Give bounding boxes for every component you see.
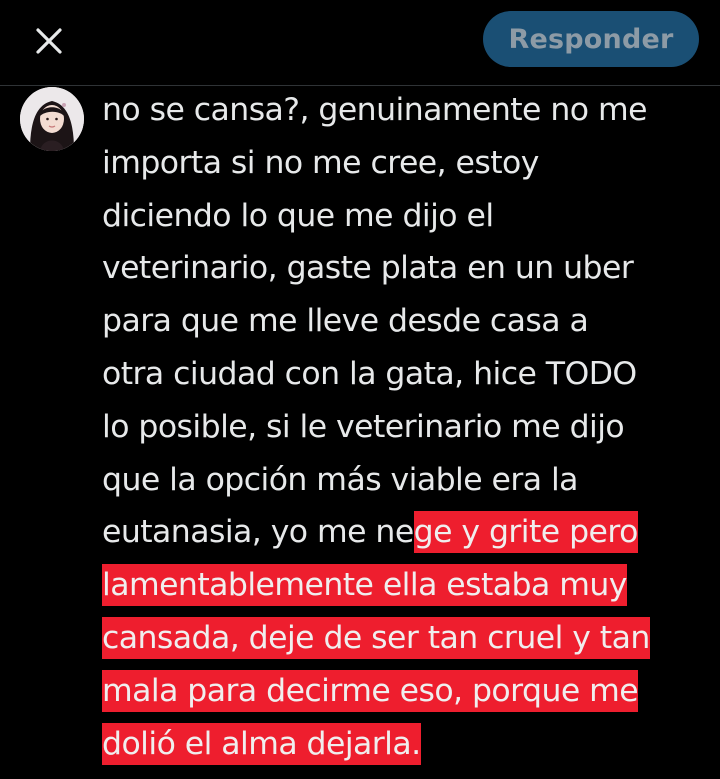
user-avatar-icon xyxy=(20,87,84,151)
avatar[interactable] xyxy=(20,87,84,151)
top-bar: Responder xyxy=(0,0,720,80)
reply-text-plain: no se cansa?, genuinamente no me importa… xyxy=(102,92,647,551)
highlighted-text: ge y grite pero xyxy=(413,511,638,554)
highlighted-text: mala para decirme eso, porque me xyxy=(102,669,639,712)
reply-text: no se cansa?, genuinamente no me importa… xyxy=(102,84,707,770)
highlighted-text: dolió el alma dejarla. xyxy=(102,722,421,765)
reply-button[interactable]: Responder xyxy=(483,11,699,67)
close-button[interactable] xyxy=(30,22,68,60)
close-icon xyxy=(36,28,62,54)
highlighted-text: cansada, deje de ser tan cruel y tan xyxy=(102,616,650,659)
highlighted-text: lamentablemente ella estaba muy xyxy=(102,564,627,607)
